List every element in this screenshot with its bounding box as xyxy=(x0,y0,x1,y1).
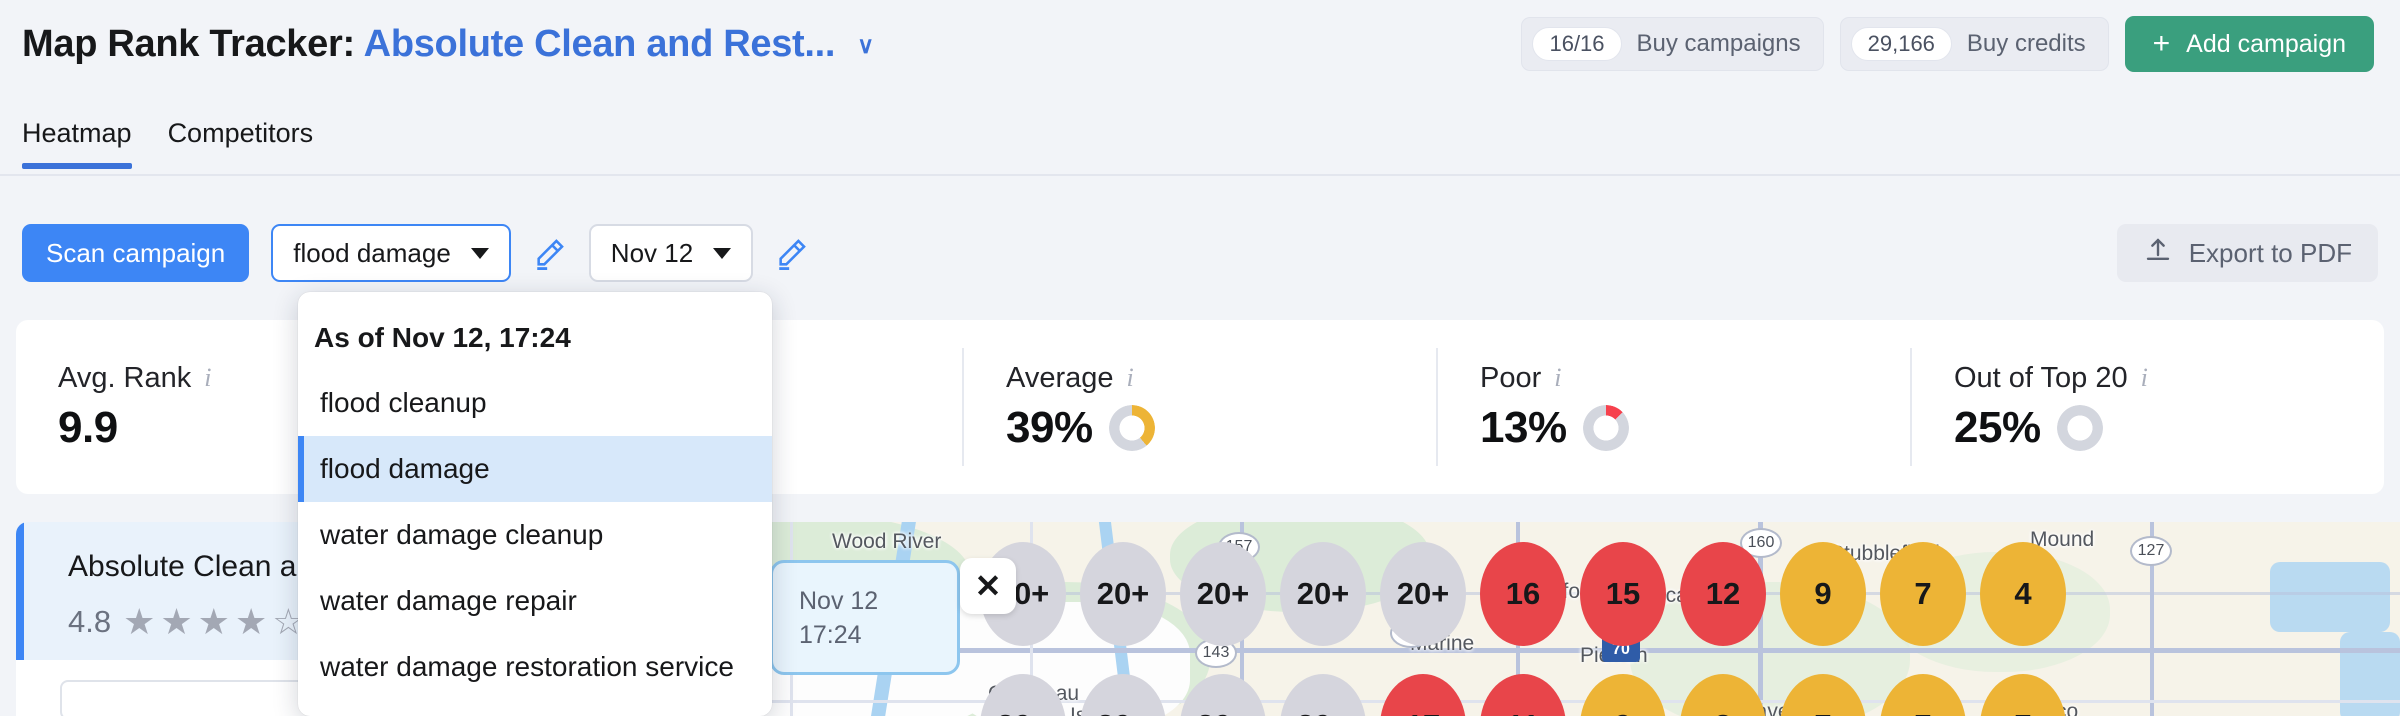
star-filled-icon: ★ xyxy=(160,601,193,642)
stat-header: Out of Top 20 i xyxy=(1954,362,2384,395)
page-title-business[interactable]: Absolute Clean and Rest... xyxy=(364,23,836,65)
map-rank-pin[interactable]: 4 xyxy=(1980,542,2066,646)
map-rank-pin[interactable]: 20+ xyxy=(1180,542,1266,646)
keyword-dropdown-menu: As of Nov 12, 17:24 flood cleanup flood d… xyxy=(298,292,772,716)
tab-heatmap[interactable]: Heatmap xyxy=(22,118,132,169)
map-scan-tooltip: Nov 12 17:24 xyxy=(770,560,960,675)
stat-label: Average xyxy=(1006,361,1114,394)
stat-value: 13% xyxy=(1480,402,1567,452)
date-select-value: Nov 12 xyxy=(610,237,694,268)
stat-poor: Poor i 13% xyxy=(1438,348,1912,466)
map-rank-pin[interactable]: 11 xyxy=(1480,674,1566,716)
map-rank-pin[interactable]: 20+ xyxy=(1280,542,1366,646)
map-rank-pin[interactable]: 9 xyxy=(1780,542,1866,646)
stat-value: 39% xyxy=(1006,402,1093,452)
rating-value: 4.8 xyxy=(68,604,112,639)
star-filled-icon: ★ xyxy=(197,601,230,642)
buy-campaigns-label: Buy campaigns xyxy=(1636,30,1801,57)
stat-value: 9.9 xyxy=(58,402,118,452)
date-select[interactable]: Nov 12 xyxy=(588,224,754,282)
map-place-label: Wood River xyxy=(832,530,942,553)
stat-header: Average i xyxy=(1006,362,1436,395)
stat-header: Poor i xyxy=(1480,362,1910,395)
keyword-select-value: flood damage xyxy=(293,237,451,268)
stat-value-row: 25% xyxy=(1954,403,2384,453)
donut-chart-icon xyxy=(2056,404,2103,451)
dropdown-item-water-damage-repair[interactable]: water damage repair xyxy=(298,568,772,634)
upload-icon xyxy=(2143,235,2173,272)
map-rank-pin[interactable]: 20+ xyxy=(1080,542,1166,646)
stat-value: 25% xyxy=(1954,402,2041,452)
buy-credits-button[interactable]: 29,166 Buy credits xyxy=(1839,17,2109,71)
dropdown-item-flood-cleanup[interactable]: flood cleanup xyxy=(298,370,772,436)
add-campaign-label: Add campaign xyxy=(2186,29,2346,58)
stat-value-row: 13% xyxy=(1480,403,1910,453)
stat-average: Average i 39% xyxy=(964,348,1438,466)
close-icon[interactable]: ✕ xyxy=(960,558,1016,614)
buy-campaigns-button[interactable]: 16/16 Buy campaigns xyxy=(1521,17,1824,71)
page-title: Map Rank Tracker: Absolute Clean and Res… xyxy=(22,23,874,66)
info-icon[interactable]: i xyxy=(1127,363,1134,393)
map-rank-pin[interactable]: 7 xyxy=(1980,674,2066,716)
stat-out-of-top-20: Out of Top 20 i 25% xyxy=(1912,348,2384,466)
donut-chart-icon xyxy=(1108,404,1155,451)
campaigns-count-badge: 16/16 xyxy=(1532,27,1622,61)
info-icon[interactable]: i xyxy=(1554,363,1561,393)
map-rank-pin[interactable]: 20+ xyxy=(1380,542,1466,646)
info-icon[interactable]: i xyxy=(204,363,211,393)
map-lake xyxy=(2270,562,2390,632)
add-campaign-button[interactable]: + Add campaign xyxy=(2124,16,2374,72)
chevron-down-icon xyxy=(713,247,732,259)
map-rank-pin[interactable]: 7 xyxy=(1880,542,1966,646)
export-to-pdf-label: Export to PDF xyxy=(2188,237,2352,268)
stat-label: Out of Top 20 xyxy=(1954,361,2128,394)
stat-value-row: 39% xyxy=(1006,403,1436,453)
stat-label: Avg. Rank xyxy=(58,361,192,394)
chevron-down-icon xyxy=(470,247,489,259)
star-rating-icons: ★ ★ ★ ★ ☆ xyxy=(123,604,304,640)
plus-icon: + xyxy=(2152,27,2171,60)
chevron-down-icon[interactable]: ∨ xyxy=(857,32,874,59)
keyword-select[interactable]: flood damage xyxy=(271,224,511,282)
info-icon[interactable]: i xyxy=(2141,363,2148,393)
buy-credits-label: Buy credits xyxy=(1966,30,2086,57)
tooltip-time: 17:24 xyxy=(799,620,862,649)
map-rank-pin[interactable]: 16 xyxy=(1480,542,1566,646)
tab-bar: Heatmap Competitors xyxy=(0,118,2400,176)
highway-shield-icon: 127 xyxy=(2130,536,2172,566)
map-rank-pin[interactable]: 17 xyxy=(1380,674,1466,716)
edit-date-icon[interactable] xyxy=(775,236,809,270)
export-to-pdf-button[interactable]: Export to PDF xyxy=(2116,224,2378,282)
header-actions: 16/16 Buy campaigns 29,166 Buy credits +… xyxy=(1521,16,2378,72)
filter-toolbar: Scan campaign flood damage Nov 12 Export… xyxy=(0,218,2400,288)
app-root: Map Rank Tracker: Absolute Clean and Res… xyxy=(0,0,2400,716)
dropdown-item-flood-damage[interactable]: flood damage xyxy=(298,436,772,502)
map-rank-pin[interactable]: 12 xyxy=(1680,542,1766,646)
tooltip-date: Nov 12 xyxy=(799,587,879,615)
star-filled-icon: ★ xyxy=(123,601,156,642)
map-rank-pin[interactable]: 20+ xyxy=(1280,674,1366,716)
scan-campaign-button[interactable]: Scan campaign xyxy=(22,224,250,282)
map-rank-pin[interactable]: 15 xyxy=(1580,542,1666,646)
page-title-prefix: Map Rank Tracker: xyxy=(22,22,364,65)
donut-chart-icon xyxy=(1582,404,1629,451)
dropdown-item-water-damage-cleanup[interactable]: water damage cleanup xyxy=(298,502,772,568)
dropdown-heading: As of Nov 12, 17:24 xyxy=(314,322,571,353)
page-header: Map Rank Tracker: Absolute Clean and Res… xyxy=(0,0,2400,88)
star-filled-icon: ★ xyxy=(234,601,268,642)
map-lake xyxy=(2340,632,2400,716)
credits-count-badge: 29,166 xyxy=(1850,27,1952,61)
edit-keywords-icon[interactable] xyxy=(533,236,567,270)
dropdown-item-water-damage-restoration-service[interactable]: water damage restoration service xyxy=(298,634,772,700)
stat-label: Poor xyxy=(1480,361,1542,394)
tab-competitors[interactable]: Competitors xyxy=(168,118,314,167)
